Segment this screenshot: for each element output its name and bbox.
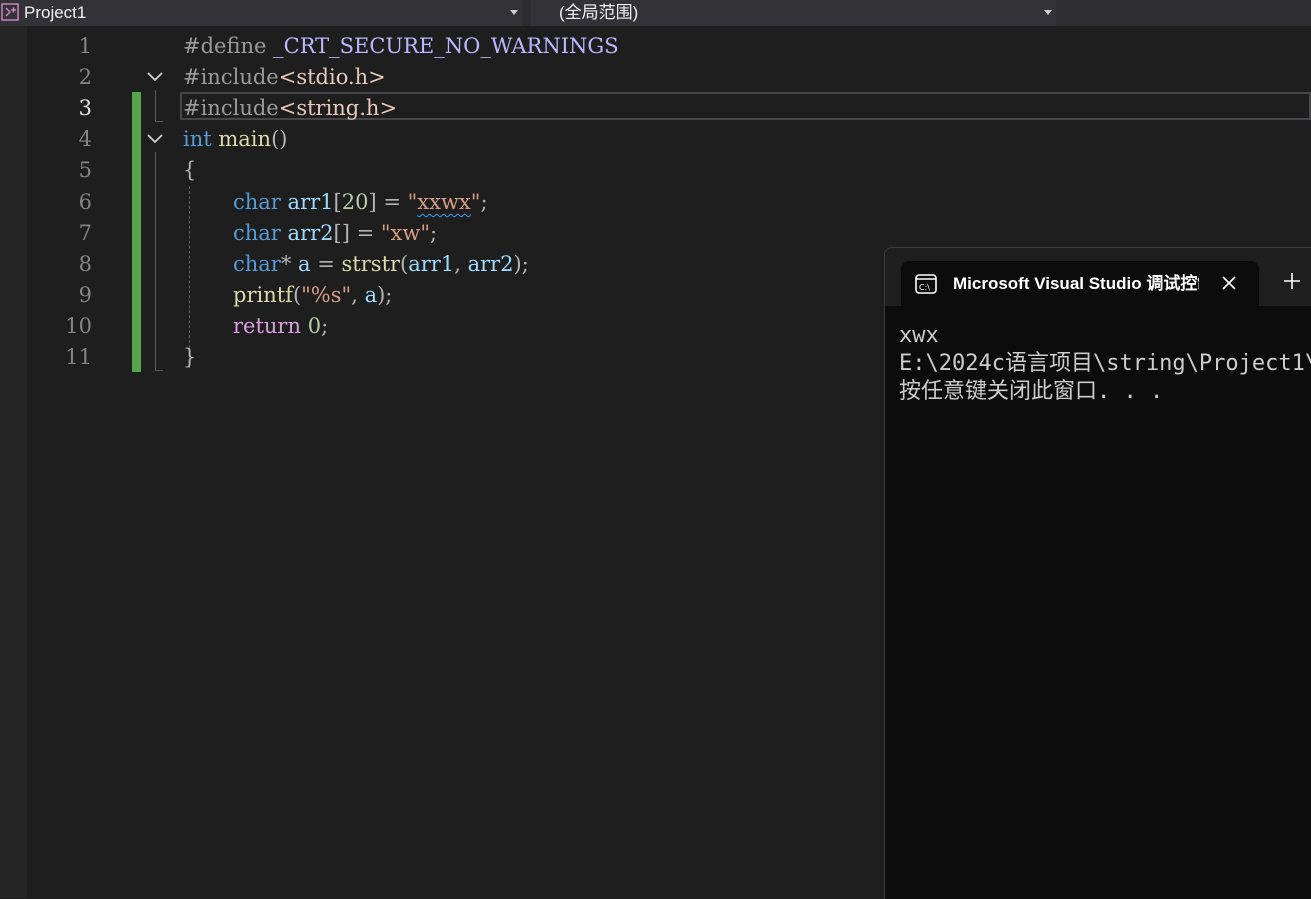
project-name: Project1 bbox=[24, 3, 87, 22]
dropdown-caret-icon[interactable] bbox=[1044, 10, 1052, 15]
change-indicator-bar bbox=[132, 92, 141, 372]
line-number: 6 bbox=[78, 190, 92, 214]
code-line[interactable]: printf("%s", a); bbox=[233, 280, 392, 311]
fold-chevron-icon[interactable] bbox=[146, 71, 164, 83]
punctuation: [ bbox=[333, 190, 342, 214]
console-tab-title: Microsoft Visual Studio 调试控制台 bbox=[953, 274, 1199, 293]
assign-operator: = bbox=[310, 252, 342, 276]
open-brace: { bbox=[183, 158, 197, 182]
code-line[interactable]: char* a = strstr(arr1, arr2); bbox=[233, 249, 529, 280]
line-number: 8 bbox=[78, 252, 92, 276]
fold-chevron-icon[interactable] bbox=[146, 133, 164, 145]
console-output-line: 按任意键关闭此窗口. . . bbox=[899, 379, 1164, 404]
member-dropdown[interactable] bbox=[1058, 0, 1311, 26]
line-number: 2 bbox=[78, 65, 92, 89]
close-brace: } bbox=[183, 345, 197, 369]
string-literal-squiggle: xxwx bbox=[417, 190, 471, 214]
keyword: char bbox=[233, 190, 281, 214]
svg-text:C:\: C:\ bbox=[919, 283, 930, 292]
variable-name: arr2 bbox=[287, 221, 334, 245]
console-tab[interactable]: C:\ Microsoft Visual Studio 调试控制台 bbox=[901, 261, 1259, 306]
keyword: char bbox=[233, 252, 281, 276]
variable-name: a bbox=[298, 252, 311, 276]
function-name: printf bbox=[233, 283, 293, 307]
preprocessor-directive: #define bbox=[183, 34, 267, 58]
keyword: int bbox=[183, 127, 212, 151]
string-quote: " bbox=[407, 190, 418, 214]
scope-dropdown[interactable]: (全局范围) bbox=[531, 0, 1056, 26]
punctuation: ] = bbox=[368, 190, 408, 214]
code-line[interactable]: { bbox=[183, 155, 196, 186]
argument: a bbox=[364, 283, 378, 307]
code-line[interactable]: char arr1[20] = "xxwx"; bbox=[233, 187, 488, 218]
plus-icon[interactable] bbox=[1281, 270, 1303, 292]
project-icon bbox=[1, 3, 19, 21]
outline-guide bbox=[155, 90, 156, 122]
navigation-bar: Project1 (全局范围) bbox=[0, 0, 1311, 26]
line-number: 5 bbox=[78, 158, 92, 182]
code-line[interactable]: return 0; bbox=[233, 311, 328, 342]
outline-guide bbox=[155, 152, 156, 370]
outline-guide bbox=[155, 370, 163, 371]
console-app-icon: C:\ bbox=[915, 274, 937, 294]
code-line[interactable]: #include<stdio.h> bbox=[183, 62, 386, 93]
console-titlebar[interactable]: C:\ Microsoft Visual Studio 调试控制台 bbox=[885, 248, 1311, 306]
indent-guide bbox=[189, 186, 190, 368]
project-dropdown[interactable]: Project1 bbox=[0, 0, 522, 26]
punctuation: ); bbox=[377, 283, 393, 307]
dropdown-caret-icon[interactable] bbox=[510, 10, 518, 15]
punctuation: , bbox=[351, 283, 365, 307]
string-literal: "xw" bbox=[380, 221, 430, 245]
punctuation: () bbox=[271, 127, 288, 151]
line-number: 10 bbox=[65, 314, 92, 338]
line-number: 1 bbox=[78, 34, 92, 58]
close-icon[interactable] bbox=[1219, 273, 1239, 293]
variable-name: arr1 bbox=[287, 190, 334, 214]
include-header: <string.h> bbox=[278, 96, 398, 120]
control-keyword: return bbox=[233, 314, 301, 338]
console-output-line: E:\2024c语言项目\string\Project1\x64\Debug\P… bbox=[899, 351, 1311, 376]
string-literal: "%s" bbox=[301, 283, 352, 307]
semicolon: ; bbox=[480, 190, 488, 214]
scope-label: (全局范围) bbox=[559, 3, 639, 22]
number-literal: 20 bbox=[341, 190, 369, 214]
preprocessor-directive: #include bbox=[183, 96, 279, 120]
code-line[interactable]: int main() bbox=[183, 124, 287, 155]
string-quote: " bbox=[470, 190, 481, 214]
console-output-line: xwx bbox=[899, 323, 939, 348]
punctuation: [] = bbox=[333, 221, 381, 245]
pointer-operator: * bbox=[280, 252, 299, 276]
macro-name: _CRT_SECURE_NO_WARNINGS bbox=[273, 34, 619, 58]
include-header: <stdio.h> bbox=[278, 65, 386, 89]
line-number-current: 3 bbox=[78, 96, 92, 120]
code-line[interactable]: char arr2[] = "xw"; bbox=[233, 218, 437, 249]
code-line[interactable]: #define _CRT_SECURE_NO_WARNINGS bbox=[183, 31, 619, 62]
number-literal: 0 bbox=[307, 314, 322, 338]
code-line-current[interactable]: #include<string.h> bbox=[183, 93, 397, 124]
punctuation: , bbox=[454, 252, 468, 276]
punctuation: ); bbox=[513, 252, 529, 276]
outline-guide bbox=[155, 121, 163, 122]
line-number: 11 bbox=[65, 345, 92, 369]
line-number: 7 bbox=[78, 221, 92, 245]
line-number: 9 bbox=[78, 283, 92, 307]
editor-margin bbox=[0, 26, 27, 898]
keyword: char bbox=[233, 221, 281, 245]
debug-console-window[interactable]: C:\ Microsoft Visual Studio 调试控制台 xwx E:… bbox=[884, 247, 1311, 899]
semicolon: ; bbox=[321, 314, 329, 338]
function-name: strstr bbox=[341, 252, 401, 276]
line-number: 4 bbox=[78, 127, 92, 151]
punctuation: ( bbox=[292, 283, 302, 307]
function-name: main bbox=[218, 127, 272, 151]
argument: arr1 bbox=[408, 252, 455, 276]
code-line[interactable]: } bbox=[183, 342, 196, 373]
argument: arr2 bbox=[467, 252, 514, 276]
preprocessor-directive: #include bbox=[183, 65, 279, 89]
semicolon: ; bbox=[430, 221, 438, 245]
